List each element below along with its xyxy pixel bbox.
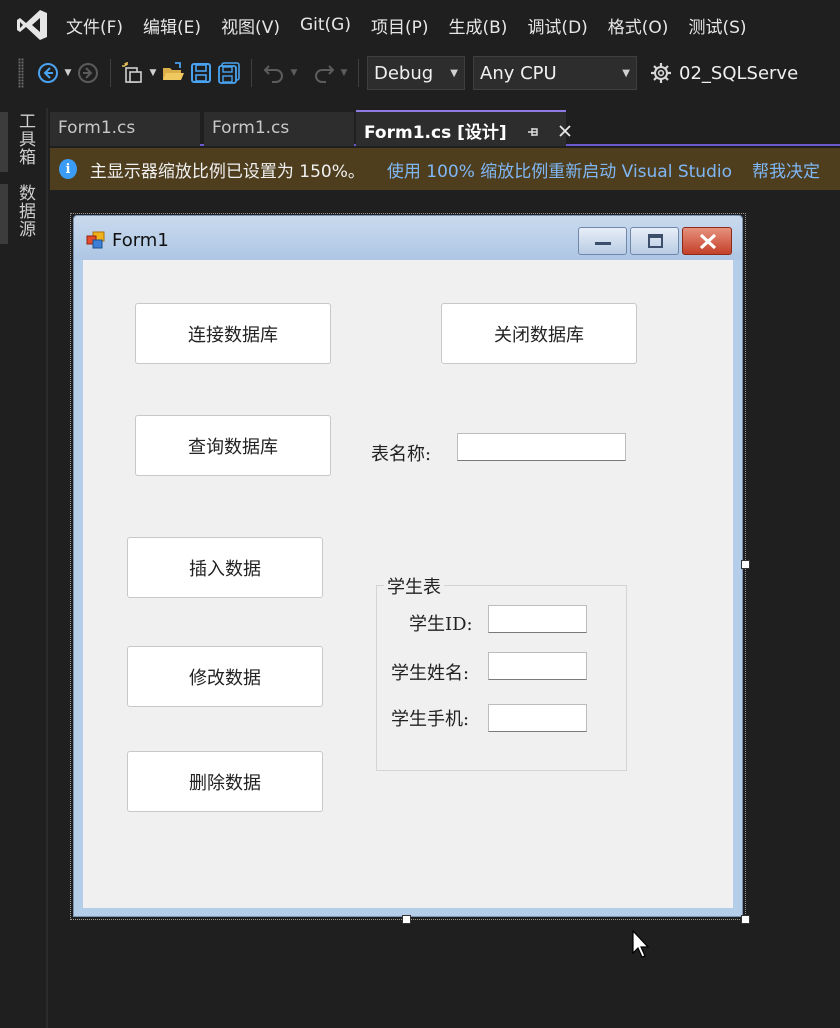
tab-form1-cs[interactable]: Form1.cs: [50, 112, 200, 146]
chevron-down-icon: ▼: [622, 67, 630, 79]
menu-git[interactable]: Git(G): [296, 15, 367, 35]
table-name-textbox[interactable]: [457, 433, 626, 461]
query-database-button[interactable]: 查询数据库: [135, 415, 331, 476]
student-phone-textbox[interactable]: [488, 704, 587, 732]
visual-studio-logo-icon[interactable]: [14, 7, 50, 43]
mouse-cursor-icon: [632, 930, 650, 958]
navigate-forward-icon[interactable]: [74, 59, 102, 87]
menu-format[interactable]: 格式(O): [604, 13, 685, 38]
form-title: Form1: [112, 230, 169, 251]
menu-debug[interactable]: 调试(D): [523, 13, 603, 38]
menu-test[interactable]: 测试(S): [684, 13, 762, 38]
form-title-bar[interactable]: Form1: [74, 216, 742, 260]
minimize-button[interactable]: [578, 227, 627, 255]
update-data-button[interactable]: 修改数据: [127, 646, 323, 707]
form-icon: [86, 231, 105, 249]
close-database-button[interactable]: 关闭数据库: [441, 303, 637, 364]
datasource-side-tab[interactable]: 数据源: [0, 184, 38, 244]
info-bar: i 主显示器缩放比例已设置为 150%。 使用 100% 缩放比例重新启动 Vi…: [50, 148, 840, 190]
delete-data-button[interactable]: 删除数据: [127, 751, 323, 812]
solution-configuration-value: Debug: [374, 62, 434, 84]
student-name-textbox[interactable]: [488, 652, 587, 680]
solution-configuration-dropdown[interactable]: Debug ▼: [367, 56, 465, 90]
table-name-label: 表名称:: [371, 444, 432, 465]
maximize-button[interactable]: [630, 227, 679, 255]
tab-label: Form1.cs: [212, 118, 290, 138]
tab-form1-designer[interactable]: Form1.cs [设计]: [356, 110, 572, 146]
menu-file[interactable]: 文件(F): [62, 13, 139, 38]
toolbar-grip[interactable]: [18, 58, 24, 88]
navigate-back-dropdown-icon[interactable]: ▼: [62, 59, 74, 87]
startup-project-name[interactable]: 02_SQLServe: [679, 63, 798, 84]
info-icon: i: [59, 159, 77, 179]
student-phone-label: 学生手机:: [391, 709, 470, 730]
new-project-icon[interactable]: [119, 59, 147, 87]
student-id-label: 学生ID:: [409, 614, 473, 635]
toolbar-separator: [110, 59, 111, 87]
redo-icon[interactable]: [310, 59, 338, 87]
gear-icon[interactable]: [647, 59, 675, 87]
datasource-side-tab-label: 数据源: [15, 184, 35, 238]
menu-bar: 文件(F) 编辑(E) 视图(V) Git(G) 项目(P) 生成(B) 调试(…: [0, 0, 840, 50]
insert-data-button[interactable]: 插入数据: [127, 537, 323, 598]
undo-icon[interactable]: [260, 59, 288, 87]
toolbox-side-tab-label: 工具箱: [15, 112, 35, 166]
minimize-icon: [595, 242, 611, 245]
resize-handle-bottom[interactable]: [402, 915, 411, 924]
restart-at-100-percent-link[interactable]: 使用 100% 缩放比例重新启动 Visual Studio: [387, 157, 732, 182]
undo-dropdown-icon[interactable]: ▼: [288, 59, 300, 87]
student-id-textbox[interactable]: [488, 605, 587, 633]
tab-label: Form1.cs [设计]: [364, 123, 507, 143]
info-bar-message: 主显示器缩放比例已设置为 150%。: [89, 161, 365, 182]
connect-database-button[interactable]: 连接数据库: [135, 303, 331, 364]
toolbar: ▼ ▼ ▼ ▼ Debug ▼ Any CPU ▼ 02_SQLServe: [0, 50, 840, 96]
toolbox-side-tab[interactable]: 工具箱: [0, 112, 38, 172]
chevron-down-icon: ▼: [450, 67, 458, 79]
maximize-icon: [648, 234, 663, 248]
help-me-decide-link[interactable]: 帮我决定: [752, 157, 820, 182]
menu-edit[interactable]: 编辑(E): [139, 13, 217, 38]
redo-dropdown-icon[interactable]: ▼: [338, 59, 350, 87]
resize-handle-right[interactable]: [741, 560, 750, 569]
side-panel-strip: 工具箱 数据源: [0, 108, 48, 1028]
solution-platform-dropdown[interactable]: Any CPU ▼: [473, 56, 637, 90]
solution-platform-value: Any CPU: [480, 62, 557, 84]
menu-project[interactable]: 项目(P): [367, 13, 445, 38]
resize-handle-bottom-right[interactable]: [741, 915, 750, 924]
navigate-back-icon[interactable]: [34, 59, 62, 87]
document-tab-well: Form1.cs Form1.cs Form1.cs [设计]: [50, 108, 840, 146]
new-project-dropdown-icon[interactable]: ▼: [147, 59, 159, 87]
menu-build[interactable]: 生成(B): [445, 13, 524, 38]
close-button[interactable]: [682, 227, 732, 255]
pin-icon[interactable]: [527, 123, 539, 143]
student-table-groupbox-title: 学生表: [384, 573, 444, 599]
menu-view[interactable]: 视图(V): [217, 13, 296, 38]
save-icon[interactable]: [187, 59, 215, 87]
open-folder-icon[interactable]: [159, 59, 187, 87]
close-icon: [699, 233, 717, 250]
student-name-label: 学生姓名:: [391, 663, 470, 684]
tab-form1-cs-2[interactable]: Form1.cs: [204, 112, 354, 146]
tab-label: Form1.cs: [58, 118, 136, 138]
close-icon[interactable]: [558, 123, 572, 143]
save-all-icon[interactable]: [215, 59, 243, 87]
toolbar-separator: [251, 59, 252, 87]
toolbar-separator: [358, 59, 359, 87]
